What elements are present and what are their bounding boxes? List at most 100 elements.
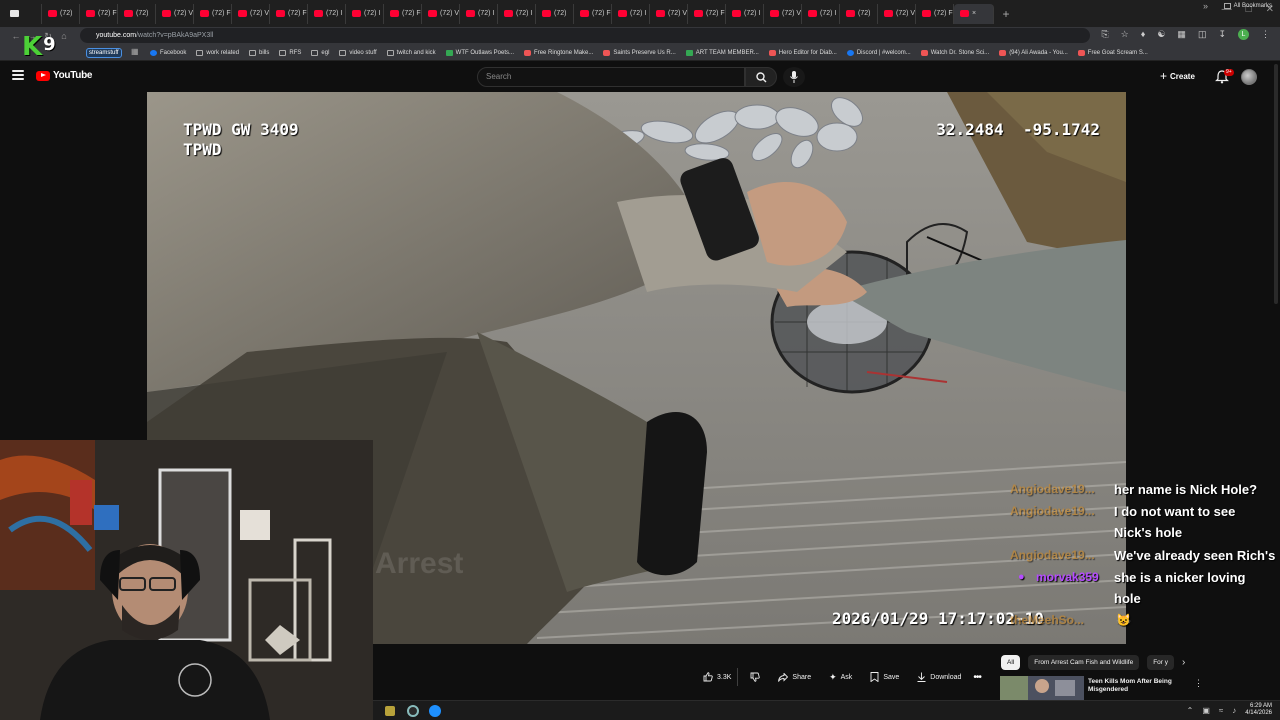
bookmark-item[interactable]: RFS — [279, 49, 301, 56]
youtube-favicon-icon — [314, 10, 323, 17]
chip-next-arrow-icon[interactable]: › — [1182, 657, 1185, 668]
recommended-video[interactable]: Teen Kills Mom After Being Misgendered ⋮ — [1000, 676, 1203, 700]
network-icon[interactable]: ▣ — [1202, 706, 1210, 715]
bookmark-item[interactable]: Watch Dr. Stone Sci... — [920, 49, 989, 56]
browser-menu-icon[interactable]: ⋮ — [1261, 29, 1270, 40]
download-button[interactable]: Download — [911, 668, 967, 686]
new-tab-icon[interactable]: + — [998, 7, 1014, 21]
search-input[interactable]: Search — [477, 67, 745, 87]
browser-tab[interactable]: (72) I — [460, 3, 498, 24]
webcam-feed — [0, 440, 373, 720]
browser-tab[interactable]: (72) F — [80, 3, 118, 24]
bookmark-item[interactable]: WTF Outlaws Poets... — [445, 49, 514, 56]
sidebar-icon[interactable]: ◫ — [1198, 29, 1207, 40]
browser-tab[interactable] — [4, 3, 42, 24]
browser-tab-active[interactable]: × — [954, 3, 994, 24]
more-bookmarks-icon[interactable]: » — [1203, 1, 1208, 11]
create-button[interactable]: + Create — [1160, 70, 1195, 82]
volume-icon[interactable]: ♪ — [1232, 706, 1236, 715]
browser-tab[interactable]: (72) — [42, 3, 80, 24]
bookmark-item[interactable]: Discord | #welcom... — [846, 49, 911, 56]
bookmark-item[interactable]: Saints Preserve Us R... — [603, 49, 676, 56]
apps-grid-icon[interactable]: ▦ — [131, 47, 139, 56]
tab-title: (72) V — [896, 10, 916, 17]
bookmark-item[interactable]: work related — [196, 49, 239, 56]
taskbar-obs-icon[interactable] — [407, 705, 419, 717]
save-button[interactable]: Save — [864, 668, 905, 686]
folder-icon — [196, 49, 204, 56]
bookmark-streamstuff[interactable]: streamstuff — [86, 48, 122, 58]
profile-avatar[interactable]: L — [1238, 29, 1249, 40]
bookmark-item[interactable]: bills — [249, 49, 270, 56]
account-avatar[interactable] — [1241, 69, 1257, 85]
browser-tab[interactable]: (72) F — [384, 3, 422, 24]
recommended-menu-icon[interactable]: ⋮ — [1194, 678, 1203, 689]
browser-tab[interactable]: (72) — [536, 3, 574, 24]
bookmark-item[interactable]: video stuff — [339, 49, 377, 56]
youtube-favicon-icon — [732, 10, 741, 17]
browser-tab[interactable]: (72) I — [612, 3, 650, 24]
download-tray-icon[interactable]: ↧ — [1218, 29, 1226, 40]
browser-tab[interactable]: (72) I — [726, 3, 764, 24]
address-bar[interactable]: youtube.com/watch?v=pBAkA9aPX3ll — [80, 28, 1090, 43]
bookmark-label: Discord | #welcom... — [856, 49, 911, 56]
recommended-title[interactable]: Teen Kills Mom After Being Misgendered — [1088, 678, 1188, 694]
share-button[interactable]: Share — [772, 668, 817, 686]
search-button[interactable] — [745, 67, 777, 87]
voice-search-button[interactable] — [783, 67, 805, 87]
bookmark-item[interactable]: Free Ringtone Make... — [524, 49, 593, 56]
browser-tab[interactable]: (72) I — [308, 3, 346, 24]
tray-overflow-icon[interactable]: ⌃ — [1187, 706, 1194, 715]
extension-icon[interactable]: ♦ — [1141, 29, 1146, 40]
system-clock[interactable]: 6:29 AM 4/14/2026 — [1245, 703, 1272, 717]
browser-tab[interactable]: (72) V — [422, 3, 460, 24]
youtube-favicon-icon — [846, 10, 855, 17]
browser-tab[interactable]: (72) V — [878, 3, 916, 24]
taskbar-app-icon[interactable] — [385, 706, 395, 716]
youtube-favicon-icon — [352, 10, 361, 17]
filter-chip[interactable]: From Arrest Cam Fish and Wildlife — [1028, 655, 1140, 670]
browser-tab[interactable]: (72) F — [270, 3, 308, 24]
dislike-button[interactable] — [744, 668, 766, 686]
browser-tab[interactable]: (72) F — [688, 3, 726, 24]
browser-tab[interactable]: (72) I — [802, 3, 840, 24]
install-icon[interactable]: ⎘ — [1101, 29, 1108, 40]
bookmark-item[interactable]: egl — [311, 49, 329, 56]
browser-tab[interactable]: (72) F — [916, 3, 954, 24]
bookmark-item[interactable]: twitch and kick — [386, 49, 436, 56]
bookmark-item[interactable]: Hero Editor for Diab... — [768, 49, 837, 56]
extensions-puzzle-icon[interactable]: ▦ — [1177, 29, 1186, 40]
browser-tab[interactable]: (72) V — [764, 3, 802, 24]
bookmark-item[interactable]: Free Goat Scream S... — [1077, 49, 1148, 56]
bookmark-star-icon[interactable]: ☆ — [1121, 29, 1129, 40]
browser-tab[interactable]: (72) — [840, 3, 878, 24]
like-button[interactable]: 3.3K — [697, 668, 739, 686]
filter-chip[interactable]: For y — [1147, 655, 1175, 670]
tab-title: (72) — [136, 10, 149, 17]
ask-button[interactable]: ✦ Ask — [823, 668, 858, 686]
hamburger-menu-icon[interactable] — [12, 70, 24, 80]
wifi-icon[interactable]: ≈ — [1219, 706, 1223, 715]
tab-close-icon[interactable]: × — [972, 10, 976, 17]
browser-tab[interactable]: (72) I — [498, 3, 536, 24]
bookmark-item[interactable]: (94) Ali Awada - You... — [999, 49, 1068, 56]
browser-tab[interactable]: (72) V — [650, 3, 688, 24]
browser-tab[interactable]: (72) F — [194, 3, 232, 24]
browser-tab[interactable]: (72) — [118, 3, 156, 24]
bookmark-label: bills — [259, 49, 270, 56]
youtube-logo[interactable]: YouTube — [36, 70, 93, 81]
youtube-icon — [999, 49, 1007, 56]
filter-chip[interactable]: All — [1001, 655, 1021, 670]
browser-tab[interactable]: (72) V — [232, 3, 270, 24]
taskbar-browser-icon[interactable] — [429, 705, 441, 717]
recommended-thumbnail[interactable] — [1000, 676, 1084, 700]
bookmark-item[interactable]: ART TEAM MEMBER... — [685, 49, 759, 56]
all-bookmarks[interactable]: All Bookmarks — [1223, 3, 1272, 9]
browser-tab[interactable]: (72) V — [156, 3, 194, 24]
translate-icon[interactable]: ☯ — [1157, 29, 1165, 40]
browser-tab[interactable]: (72) F — [574, 3, 612, 24]
more-actions-icon[interactable]: ••• — [973, 672, 981, 683]
page-scrollbar[interactable] — [1274, 64, 1278, 304]
bookmark-item[interactable]: Facebook — [150, 49, 186, 56]
browser-tab[interactable]: (72) I — [346, 3, 384, 24]
